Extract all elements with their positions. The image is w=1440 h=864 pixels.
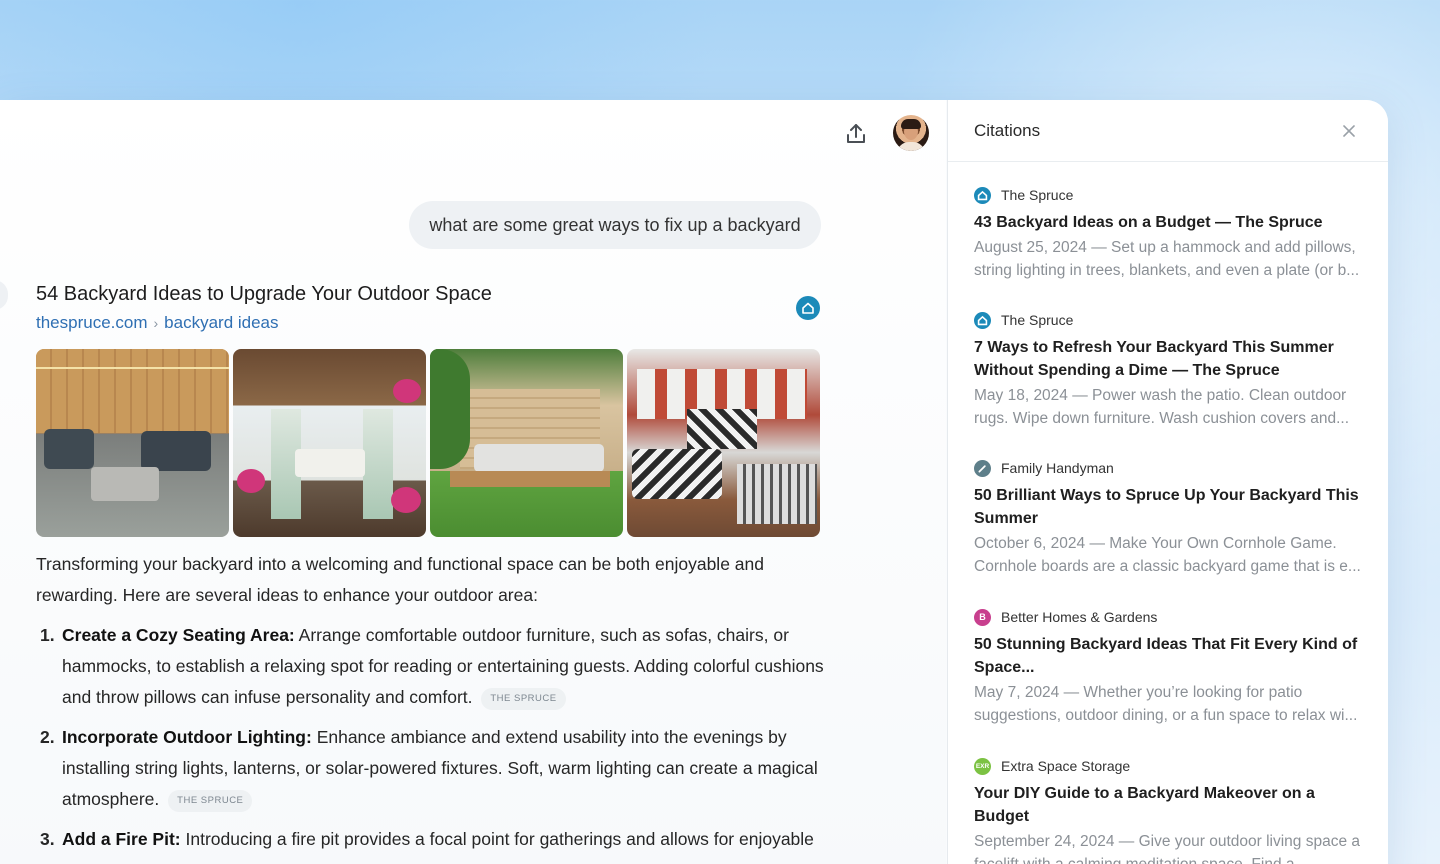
cushion-shape [632,449,722,499]
breadcrumb-path[interactable]: backyard ideas [164,313,278,333]
citation-source-name: The Spruce [1001,312,1074,328]
app-window: what are some great ways to fix up a bac… [0,100,1388,864]
citation-title[interactable]: 7 Ways to Refresh Your Backyard This Sum… [974,336,1369,382]
citation-snippet: May 18, 2024 — Power wash the patio. Cle… [974,387,1350,427]
flowers-shape [393,379,421,403]
citation-source: The Spruce [974,184,1369,206]
citation-source-name: Family Handyman [1001,460,1114,476]
citation-snippet: September 24, 2024 — Give your outdoor l… [974,833,1361,864]
curtain-shape [363,409,393,519]
citation-item[interactable]: EXR Extra Space Storage Your DIY Guide t… [974,755,1369,864]
citation-item[interactable]: B Better Homes & Gardens 50 Stunning Bac… [974,606,1369,727]
breadcrumb: thespruce.com › backyard ideas [36,313,279,333]
swing-shape [295,449,365,477]
citation-source: The Spruce [974,309,1369,331]
citations-title: Citations [974,121,1041,140]
result-title[interactable]: 54 Backyard Ideas to Upgrade Your Outdoo… [36,283,492,306]
citation-source-name: Better Homes & Gardens [1001,609,1158,625]
result-image[interactable] [233,349,426,537]
answer-intro: Transforming your backyard into a welcom… [36,554,764,605]
rug-shape [737,464,817,524]
citation-title[interactable]: Your DIY Guide to a Backyard Makeover on… [974,782,1369,828]
citation-title[interactable]: 50 Brilliant Ways to Spruce Up Your Back… [974,484,1369,530]
close-icon [1343,125,1355,137]
list-item-number: 1. [40,625,55,645]
collapse-sidebar-button[interactable] [0,280,8,310]
citations-header: Citations [948,100,1388,162]
citation-title[interactable]: 50 Stunning Backyard Ideas That Fit Ever… [974,633,1369,679]
user-message-text: what are some great ways to fix up a bac… [429,214,801,235]
lounge-sofa-shape [474,444,604,472]
source-chip[interactable]: THE SPRUCE [481,688,566,710]
user-message-bubble: what are some great ways to fix up a bac… [409,201,821,249]
close-button[interactable] [1339,121,1359,141]
list-item-heading: Incorporate Outdoor Lighting: [62,727,312,747]
home-icon[interactable] [796,296,820,320]
flowers-shape [391,487,421,513]
citation-snippet: August 25, 2024 — Set up a hammock and a… [974,239,1360,279]
citation-source-name: Extra Space Storage [1001,758,1131,774]
the-spruce-favicon-icon [974,311,991,329]
list-item: 3. Add a Fire Pit: Introducing a fire pi… [36,824,826,855]
list-item: 1. Create a Cozy Seating Area: Arrange c… [36,620,826,713]
result-image[interactable] [627,349,820,537]
deck-shape [450,471,610,487]
extra-space-favicon-icon: EXR [974,757,991,775]
home-glyph [802,302,814,314]
chat-area: what are some great ways to fix up a bac… [0,100,946,864]
citation-source-name: The Spruce [1001,187,1074,203]
share-button[interactable] [838,116,874,152]
the-spruce-favicon-icon [974,186,991,204]
family-handyman-favicon-icon [974,459,991,477]
list-item-heading: Add a Fire Pit: [62,829,181,849]
chair-shape [44,429,94,469]
citation-snippet: October 6, 2024 — Make Your Own Cornhole… [974,535,1361,575]
result-image[interactable] [430,349,623,537]
list-item-number: 3. [40,829,55,849]
list-item-number: 2. [40,727,55,747]
avatar-hair [901,119,921,129]
breadcrumb-domain[interactable]: thespruce.com [36,313,148,333]
bhg-favicon-icon: B [974,608,991,626]
string-lights-shape [36,367,229,369]
chevron-right-icon: › [153,315,159,331]
citation-item[interactable]: Family Handyman 50 Brilliant Ways to Spr… [974,457,1369,578]
firepit-shape [91,467,159,501]
list-item: 2. Incorporate Outdoor Lighting: Enhance… [36,722,826,815]
citation-source: Family Handyman [974,457,1369,479]
citation-item[interactable]: The Spruce 43 Backyard Ideas on a Budget… [974,184,1369,282]
citation-item[interactable]: The Spruce 7 Ways to Refresh Your Backya… [974,309,1369,430]
source-chip[interactable]: THE SPRUCE [168,790,253,812]
citations-panel: Citations The Spruce 43 Backyard Ideas o… [947,100,1388,864]
share-upload-icon [847,124,865,143]
citation-title[interactable]: 43 Backyard Ideas on a Budget — The Spru… [974,211,1369,234]
image-strip [36,349,820,537]
citation-snippet: May 7, 2024 — Whether you’re looking for… [974,684,1358,724]
list-item-heading: Create a Cozy Seating Area: [62,625,295,645]
list-item-text: Introducing a fire pit provides a focal … [180,829,814,849]
fence-shape [36,349,229,433]
citation-source: B Better Homes & Gardens [974,606,1369,628]
answer-list: 1. Create a Cozy Seating Area: Arrange c… [36,620,826,864]
pillow-pattern-shape [687,409,757,449]
citation-source: EXR Extra Space Storage [974,755,1369,777]
user-avatar[interactable] [893,115,929,151]
sofa-shape [141,431,211,471]
avatar-shirt [897,142,925,151]
result-image[interactable] [36,349,229,537]
tree-shape [430,349,470,469]
flowers-shape [237,469,265,493]
